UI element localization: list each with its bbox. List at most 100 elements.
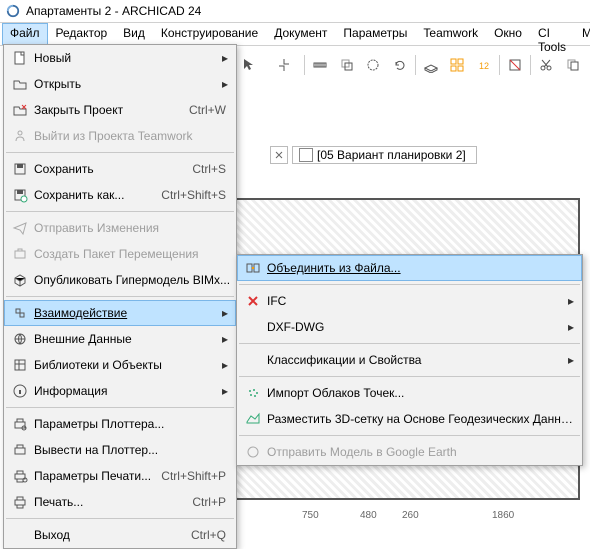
menu-separator — [6, 407, 234, 408]
tool-snap[interactable] — [268, 53, 300, 77]
separator — [415, 55, 416, 75]
tool-marquee[interactable] — [362, 53, 384, 77]
tool-suspend[interactable] — [504, 53, 526, 77]
send-icon — [8, 220, 32, 236]
menu-item[interactable]: Внешние Данные▸ — [4, 326, 236, 352]
menu-item-shortcut: Ctrl+S — [192, 162, 232, 176]
menu-item-label: Параметры Плоттера... — [32, 417, 232, 431]
menu-item[interactable]: Закрыть ПроектCtrl+W — [4, 97, 236, 123]
menu-ci tools[interactable]: CI Tools — [530, 23, 574, 45]
menu-separator — [239, 284, 580, 285]
menu-item[interactable]: Разместить 3D-сетку на Основе Геодезичес… — [237, 406, 582, 432]
title-bar: Апартаменты 2 - ARCHICAD 24 — [0, 0, 590, 23]
menu-item[interactable]: Новый▸ — [4, 45, 236, 71]
menu-item[interactable]: Вывести на Плоттер... — [4, 437, 236, 463]
plot-icon — [8, 442, 32, 458]
menu-item-label: Опубликовать Гипермодель BIMx... — [32, 273, 232, 287]
menu-item: Отправить Модель в Google Earth — [237, 439, 582, 465]
cloud-icon — [241, 385, 265, 401]
saveas-icon — [8, 187, 32, 203]
tool-offset[interactable] — [335, 53, 357, 77]
menu-item-label: Библиотеки и Объекты — [32, 358, 222, 372]
tool-measure[interactable] — [309, 53, 331, 77]
menu-item-label: Отправить Изменения — [32, 221, 232, 235]
menu-item-label: Объединить из Файла... — [265, 261, 578, 275]
separator — [499, 55, 500, 75]
menu-item-shortcut: Ctrl+Shift+P — [161, 469, 232, 483]
menu-item-label: Открыть — [32, 77, 222, 91]
ge-icon — [241, 444, 265, 460]
submenu-arrow-icon: ▸ — [222, 358, 232, 372]
separator — [530, 55, 531, 75]
menu-item[interactable]: СохранитьCtrl+S — [4, 156, 236, 182]
open-icon — [8, 76, 32, 92]
tool-group[interactable] — [446, 53, 468, 77]
tool-cut[interactable] — [535, 53, 557, 77]
plotset-icon — [8, 416, 32, 432]
dxf-icon — [241, 319, 265, 335]
menu-вид[interactable]: Вид — [115, 23, 153, 45]
tab-close-button[interactable] — [270, 146, 288, 164]
travel-icon — [8, 246, 32, 262]
menu-item-label: DXF-DWG — [265, 320, 568, 334]
menu-item[interactable]: DXF-DWG▸ — [237, 314, 582, 340]
menu-separator — [6, 518, 234, 519]
menu-item[interactable]: ВыходCtrl+Q — [4, 522, 236, 548]
submenu-arrow-icon: ▸ — [222, 51, 232, 65]
menu-bar: ФайлРедакторВидКонструированиеДокументПа… — [0, 23, 590, 46]
svg-text:12: 12 — [479, 61, 489, 71]
menu-teamwork[interactable]: Teamwork — [415, 23, 486, 45]
menu-item[interactable]: IFC▸ — [237, 288, 582, 314]
menu-item[interactable]: Классификации и Свойства▸ — [237, 347, 582, 373]
menu-item[interactable]: Библиотеки и Объекты▸ — [4, 352, 236, 378]
menu-редактор[interactable]: Редактор — [48, 23, 116, 45]
menu-item[interactable]: Информация▸ — [4, 378, 236, 404]
dimension-label: 1860 — [490, 510, 516, 521]
menu-item[interactable]: Опубликовать Гипермодель BIMx... — [4, 267, 236, 293]
menu-item[interactable]: Объединить из Файла... — [237, 255, 582, 281]
app-icon — [6, 4, 20, 18]
tool-rotate[interactable] — [388, 53, 410, 77]
menu-separator — [239, 435, 580, 436]
menu-параметры[interactable]: Параметры — [335, 23, 415, 45]
class-icon — [241, 352, 265, 368]
menu-item: Выйти из Проекта Teamwork — [4, 123, 236, 149]
menu-item-label: IFC — [265, 294, 568, 308]
menu-item-label: Вывести на Плоттер... — [32, 443, 232, 457]
menu-separator — [239, 343, 580, 344]
ext-icon — [8, 331, 32, 347]
lib-icon — [8, 357, 32, 373]
submenu-arrow-icon: ▸ — [222, 384, 232, 398]
menu-item[interactable]: Параметры Плоттера... — [4, 411, 236, 437]
menu-item[interactable]: Открыть▸ — [4, 71, 236, 97]
menu-item-label: Импорт Облаков Точек... — [265, 386, 578, 400]
menu-окно[interactable]: Окно — [486, 23, 530, 45]
menu-item[interactable]: Взаимодействие▸ — [4, 300, 236, 326]
menu-файл[interactable]: Файл — [2, 23, 48, 45]
menu-item[interactable]: Сохранить как...Ctrl+Shift+S — [4, 182, 236, 208]
save-icon — [8, 161, 32, 177]
tab-icon — [299, 148, 313, 162]
menu-modelport[interactable]: ModelPort — [574, 23, 590, 45]
menu-конструирование[interactable]: Конструирование — [153, 23, 266, 45]
dimension-label: 750 — [300, 510, 321, 521]
tool-12[interactable]: 12 — [473, 53, 495, 77]
tool-cursor[interactable] — [233, 53, 265, 77]
menu-item[interactable]: Импорт Облаков Точек... — [237, 380, 582, 406]
geo-icon — [241, 411, 265, 427]
submenu-arrow-icon: ▸ — [222, 306, 232, 320]
tool-copy[interactable] — [562, 53, 584, 77]
ifc-icon — [241, 293, 265, 309]
menu-item-label: Параметры Печати... — [32, 469, 161, 483]
menu-separator — [6, 296, 234, 297]
menu-item[interactable]: Печать...Ctrl+P — [4, 489, 236, 515]
menu-item-label: Отправить Модель в Google Earth — [265, 445, 578, 459]
submenu-arrow-icon: ▸ — [568, 320, 578, 334]
tab-chip[interactable]: [05 Вариант планировки 2] — [292, 146, 477, 164]
menu-item-label: Печать... — [32, 495, 192, 509]
view-tab: [05 Вариант планировки 2] — [270, 145, 477, 165]
tool-floor[interactable] — [420, 53, 442, 77]
menu-item-label: Классификации и Свойства — [265, 353, 568, 367]
menu-документ[interactable]: Документ — [266, 23, 335, 45]
menu-item[interactable]: Параметры Печати...Ctrl+Shift+P — [4, 463, 236, 489]
